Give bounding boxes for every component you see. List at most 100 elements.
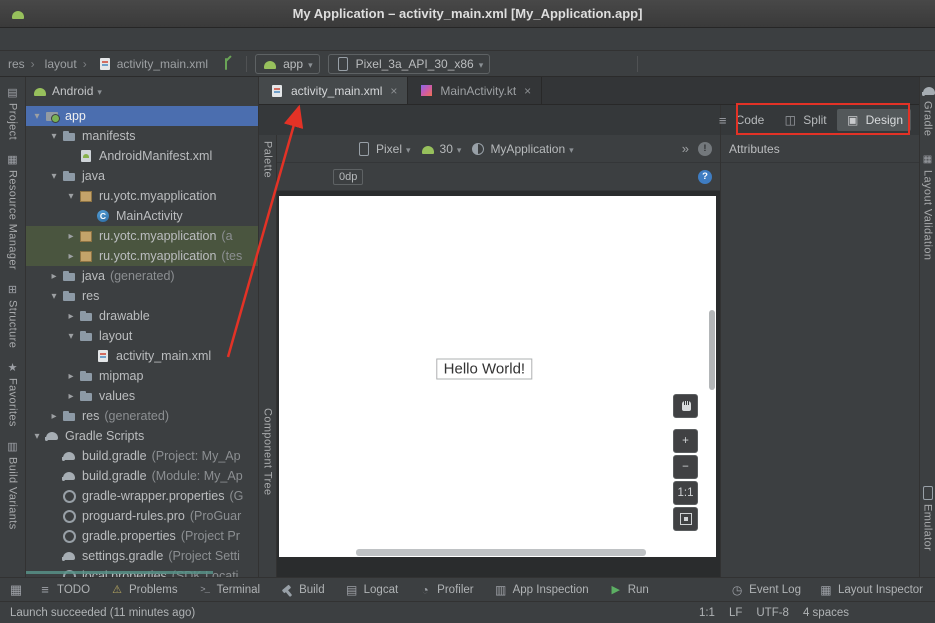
run-configuration-select[interactable]: app <box>255 54 320 74</box>
tree-item[interactable]: MainActivity <box>26 206 258 226</box>
tool-window-button[interactable]: Build Variants <box>6 439 20 530</box>
zoom-in-button[interactable]: + <box>673 429 698 453</box>
status-icon[interactable] <box>909 605 925 621</box>
issues-icon[interactable]: ! <box>698 142 712 156</box>
close-icon[interactable]: × <box>390 84 397 98</box>
tool-window-button[interactable]: Emulator <box>921 486 935 551</box>
expand-arrow-icon[interactable] <box>47 411 61 422</box>
status-icon[interactable] <box>886 605 902 621</box>
toolbar-right-icon[interactable] <box>887 56 903 72</box>
breadcrumb-item[interactable]: res <box>8 57 25 71</box>
canvas-horizontal-scrollbar[interactable] <box>356 549 646 556</box>
tree-item[interactable]: app <box>26 106 258 126</box>
tree-item[interactable]: proguard-rules.pro (ProGuar <box>26 506 258 526</box>
component-tree-label[interactable]: Component Tree <box>262 408 274 496</box>
header-icon[interactable] <box>213 83 229 99</box>
breadcrumb-item[interactable]: layout <box>25 57 77 71</box>
mode-button[interactable]: Design <box>837 109 911 131</box>
expand-arrow-icon[interactable] <box>64 191 78 202</box>
action-icon[interactable] <box>521 56 537 72</box>
zoom-out-button[interactable]: − <box>673 455 698 479</box>
design-icon[interactable] <box>331 141 347 157</box>
menu-item[interactable] <box>160 38 174 40</box>
tree-item[interactable]: gradle.properties (Project Pr <box>26 526 258 546</box>
tool-window-button[interactable]: Project <box>6 85 20 140</box>
tree-item[interactable]: drawable <box>26 306 258 326</box>
tool-window-tab[interactable]: Terminal <box>198 583 260 597</box>
tree-item[interactable]: gradle-wrapper.properties (G <box>26 486 258 506</box>
tool-window-tab[interactable]: Run <box>609 583 649 597</box>
tree-item[interactable]: Gradle Scripts <box>26 426 258 446</box>
menu-item[interactable] <box>104 38 118 40</box>
tool-window-tab[interactable]: TODO <box>38 583 90 597</box>
tool-window-tab[interactable]: Layout Inspector <box>819 583 923 597</box>
expand-arrow-icon[interactable] <box>64 391 78 402</box>
tree-item[interactable]: mipmap <box>26 366 258 386</box>
default-margins-selector[interactable]: 0dp <box>333 169 363 185</box>
attributes-header-icon[interactable] <box>870 141 886 157</box>
menu-item[interactable] <box>132 38 146 40</box>
tree-horizontal-scrollbar[interactable] <box>26 571 213 574</box>
mode-button[interactable]: Code <box>707 109 773 131</box>
view-option-icon[interactable] <box>308 169 324 185</box>
tool-window-tab[interactable]: Problems <box>110 583 178 597</box>
tool-window-tab[interactable]: Profiler <box>418 583 473 597</box>
design-canvas[interactable]: Hello World! + − 1:1 <box>277 191 720 577</box>
action-icon[interactable] <box>498 56 514 72</box>
tree-item[interactable]: ru.yotc.myapplication <box>26 186 258 206</box>
tool-window-button[interactable]: Favorites <box>6 360 20 427</box>
theme-dropdown[interactable]: MyApplication <box>470 141 573 157</box>
tool-window-tab[interactable]: App Inspection <box>494 583 589 597</box>
tree-item[interactable]: ru.yotc.myapplication (a <box>26 226 258 246</box>
menu-item[interactable] <box>76 38 90 40</box>
constraint-icon[interactable] <box>418 169 434 185</box>
window-control-icon[interactable] <box>880 6 896 22</box>
caret-position[interactable]: 1:1 <box>699 607 715 619</box>
editor-tab[interactable]: activity_main.xml × <box>259 77 408 104</box>
tree-item[interactable]: java <box>26 166 258 186</box>
tool-window-tab[interactable]: Event Log <box>730 583 801 597</box>
menu-item[interactable] <box>48 38 62 40</box>
zoom-reset-button[interactable]: 1:1 <box>673 481 698 505</box>
expand-arrow-icon[interactable] <box>47 131 61 142</box>
action-icon[interactable] <box>590 56 606 72</box>
tool-icon[interactable] <box>692 56 708 72</box>
expand-arrow-icon[interactable] <box>47 171 61 182</box>
hello-world-textview[interactable]: Hello World! <box>437 359 532 380</box>
palette-label[interactable]: Palette <box>262 141 274 178</box>
menu-item[interactable] <box>90 38 104 40</box>
encoding-indicator[interactable]: UTF-8 <box>756 607 789 619</box>
branch-icon[interactable] <box>218 56 234 72</box>
tree-item[interactable]: settings.gradle (Project Setti <box>26 546 258 566</box>
tool-icon[interactable] <box>715 56 731 72</box>
action-icon[interactable] <box>613 56 629 72</box>
expand-arrow-icon[interactable] <box>64 251 78 262</box>
design-icon[interactable] <box>285 141 301 157</box>
tool-window-button[interactable]: Structure <box>6 282 20 348</box>
view-option-icon[interactable] <box>285 169 301 185</box>
expand-arrow-icon[interactable] <box>64 311 78 322</box>
action-icon[interactable] <box>544 56 560 72</box>
tree-item[interactable]: res (generated) <box>26 406 258 426</box>
editor-tab[interactable]: MainActivity.kt × <box>408 77 542 104</box>
header-icon[interactable] <box>236 83 252 99</box>
tree-item[interactable]: build.gradle (Project: My_Ap <box>26 446 258 466</box>
header-icon[interactable] <box>190 83 206 99</box>
tool-icon[interactable] <box>669 56 685 72</box>
header-icon[interactable] <box>167 83 183 99</box>
menu-item[interactable] <box>62 38 76 40</box>
tree-item[interactable]: res <box>26 286 258 306</box>
pan-button[interactable] <box>673 394 698 418</box>
expand-arrow-icon[interactable] <box>30 111 44 122</box>
expand-arrow-icon[interactable] <box>64 231 78 242</box>
tree-item[interactable]: layout <box>26 326 258 346</box>
tree-item[interactable]: AndroidManifest.xml <box>26 146 258 166</box>
chevron-down-icon[interactable] <box>97 84 102 98</box>
tool-window-button[interactable]: Resource Manager <box>6 152 20 270</box>
tool-window-tab[interactable]: Build <box>280 583 325 597</box>
attributes-header-icon[interactable] <box>895 141 911 157</box>
mode-button[interactable]: Split <box>774 109 834 131</box>
design-icon[interactable] <box>308 141 324 157</box>
tree-item[interactable]: ru.yotc.myapplication (tes <box>26 246 258 266</box>
status-message[interactable]: Launch succeeded (11 minutes ago) <box>10 607 195 619</box>
